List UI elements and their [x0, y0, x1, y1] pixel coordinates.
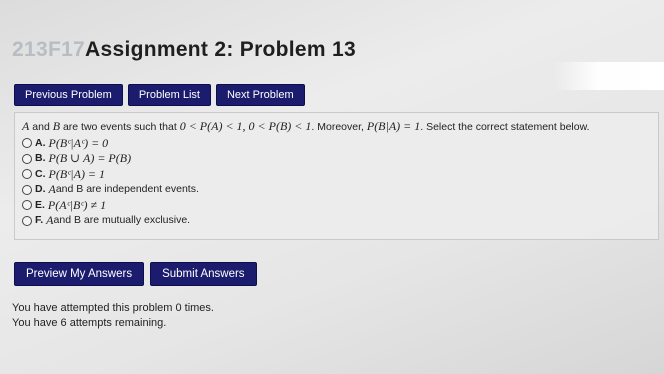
- answer-actions: Preview My Answers Submit Answers: [14, 262, 257, 286]
- option-a[interactable]: A. P(Bᶜ|Aᶜ) = 0: [22, 136, 651, 152]
- option-d[interactable]: D. A and B are independent events.: [22, 182, 651, 198]
- option-b[interactable]: B. P(B ∪ A) = P(B): [22, 151, 651, 167]
- option-math: A: [46, 213, 54, 227]
- radio-button-b[interactable]: [22, 153, 32, 164]
- page-title: 213F17Assignment 2: Problem 13: [12, 38, 356, 62]
- assignment-title: Assignment 2: Problem 13: [85, 38, 356, 61]
- option-math: A: [48, 182, 56, 196]
- attempts-remaining-text: You have 6 attempts remaining.: [12, 317, 167, 329]
- attempted-count-text: You have attempted this problem 0 times.: [12, 302, 214, 314]
- problem-box: A and B are two events such that 0 < P(A…: [14, 112, 659, 240]
- option-text: and B are mutually exclusive.: [53, 214, 191, 226]
- stem-text-3: . Moreover,: [311, 121, 367, 133]
- option-label: C.: [35, 167, 46, 180]
- problem-statement: A and B are two events such that 0 < P(A…: [22, 119, 651, 136]
- stem-text-1: and: [29, 121, 53, 133]
- option-f[interactable]: F. A and B are mutually exclusive.: [22, 213, 651, 229]
- option-math: P(Aᶜ|Bᶜ) ≠ 1: [47, 197, 107, 212]
- radio-button-c[interactable]: [22, 169, 32, 180]
- radio-button-f[interactable]: [22, 215, 32, 226]
- screen-glare: [554, 62, 664, 90]
- radio-button-e[interactable]: [22, 200, 32, 211]
- stem-text-4: . Select the correct statement below.: [420, 121, 590, 133]
- conditional-probability: P(B|A) = 1: [366, 119, 421, 133]
- attempt-status: You have attempted this problem 0 times.…: [12, 301, 214, 331]
- problem-list-button[interactable]: Problem List: [127, 84, 211, 106]
- submit-answers-button[interactable]: Submit Answers: [150, 262, 257, 286]
- option-label: B.: [35, 152, 46, 164]
- option-math: P(Bᶜ|Aᶜ) = 0: [48, 135, 109, 150]
- stem-text-2: are two events such that: [60, 121, 180, 133]
- probability-bounds: 0 < P(A) < 1, 0 < P(B) < 1: [179, 119, 312, 133]
- option-text: and B are independent events.: [55, 183, 199, 195]
- next-problem-button[interactable]: Next Problem: [215, 84, 305, 106]
- course-code: 213F17: [12, 38, 86, 61]
- option-c[interactable]: C. P(Bᶜ|A) = 1: [22, 167, 651, 183]
- radio-button-a[interactable]: [22, 138, 32, 149]
- previous-problem-button[interactable]: Previous Problem: [14, 84, 123, 106]
- option-e[interactable]: E. P(Aᶜ|Bᶜ) ≠ 1: [22, 198, 651, 214]
- preview-answers-button[interactable]: Preview My Answers: [14, 262, 145, 286]
- event-b: B: [52, 119, 61, 133]
- radio-button-d[interactable]: [22, 184, 32, 195]
- problem-nav: Previous Problem Problem List Next Probl…: [14, 84, 305, 106]
- option-label: D.: [35, 183, 46, 195]
- option-label: F.: [35, 214, 44, 226]
- option-math: P(Bᶜ|A) = 1: [48, 166, 106, 181]
- option-label: E.: [35, 198, 45, 211]
- option-math: P(B ∪ A) = P(B): [48, 151, 132, 165]
- option-label: A.: [35, 136, 46, 149]
